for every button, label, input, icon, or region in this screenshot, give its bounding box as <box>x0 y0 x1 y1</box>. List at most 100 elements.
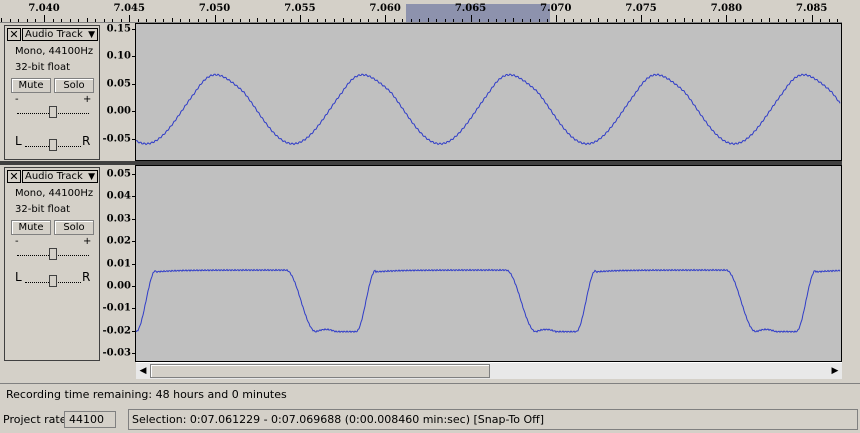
ruler-tick <box>325 19 327 22</box>
ruler-tick <box>103 19 105 22</box>
ruler-tick <box>26 19 28 22</box>
timeline-ruler[interactable]: 7.040 7.045 7.050 7.055 7.060 7.065 7.070 7.075… <box>0 0 842 23</box>
ruler-tick <box>513 18 515 22</box>
track-name: Audio Track <box>25 29 83 40</box>
ruler-tick <box>803 19 805 22</box>
scale-tick <box>132 218 135 220</box>
track-control-panel: ✕ Audio Track ▼ Mono, 44100Hz 32-bit flo… <box>4 167 100 361</box>
close-icon[interactable]: ✕ <box>7 28 21 41</box>
ruler-tick <box>828 19 830 22</box>
gain-slider-knob[interactable] <box>49 106 57 118</box>
scale-label: 0.04 <box>106 190 131 202</box>
ruler-tick <box>820 19 822 22</box>
ruler-tick <box>265 19 267 22</box>
waveform-area-2[interactable] <box>136 165 842 362</box>
ruler-tick <box>436 19 438 22</box>
ruler-tick <box>163 19 165 22</box>
close-icon[interactable]: ✕ <box>7 170 21 183</box>
ruler-tick <box>9 19 11 22</box>
pan-slider-knob[interactable] <box>49 275 57 287</box>
ruler-tick <box>171 18 173 22</box>
ruler-tick <box>521 19 523 22</box>
waveform-1 <box>136 73 841 146</box>
scale-tick <box>132 138 135 140</box>
track-bit-depth: 32-bit float <box>15 62 71 73</box>
ruler-label: 7.040 <box>28 3 60 14</box>
ruler-tick <box>606 19 608 22</box>
waveform-area-1[interactable] <box>136 23 842 161</box>
ruler-tick <box>342 18 344 22</box>
ruler-tick <box>240 19 242 22</box>
ruler-tick <box>78 19 80 22</box>
scale-label: 0.01 <box>106 258 131 269</box>
ruler-tick <box>282 19 284 22</box>
ruler-tick <box>351 19 353 22</box>
ruler-tick <box>146 19 148 22</box>
pan-slider-knob[interactable] <box>49 139 57 151</box>
gain-slider[interactable] <box>17 248 89 262</box>
project-rate-field[interactable]: 44100 <box>64 411 116 428</box>
pan-slider[interactable] <box>25 275 81 289</box>
pan-slider[interactable] <box>25 139 81 153</box>
arrow-right-icon[interactable]: ▶ <box>828 364 842 378</box>
ruler-tick <box>189 19 190 22</box>
scale-label: -0.02 <box>102 325 131 337</box>
ruler-tick <box>291 19 293 22</box>
ruler-tick <box>137 19 139 22</box>
ruler-tick <box>180 19 182 22</box>
ruler-tick <box>760 19 762 22</box>
ruler-tick <box>666 19 668 22</box>
ruler-tick <box>308 19 310 22</box>
ruler-tick <box>496 19 498 22</box>
ruler-tick <box>700 19 702 22</box>
ruler-tick <box>402 19 404 22</box>
gain-slider[interactable] <box>17 106 89 120</box>
pan-right-label: R <box>82 270 91 284</box>
ruler-tick <box>726 15 728 22</box>
ruler-tick <box>734 19 736 22</box>
ruler-tick <box>581 19 583 22</box>
arrow-left-icon[interactable]: ◀ <box>136 364 150 378</box>
scale-tick <box>132 56 135 58</box>
track-name-menu[interactable]: Audio Track ▼ <box>22 170 98 183</box>
ruler-tick <box>299 15 301 22</box>
ruler-tick <box>86 18 88 22</box>
scale-label: 0.00 <box>106 105 131 117</box>
ruler-tick <box>777 19 779 22</box>
gain-slider-knob[interactable] <box>49 248 57 260</box>
ruler-tick <box>786 19 788 22</box>
ruler-label: 7.055 <box>284 3 316 14</box>
waveform-2 <box>136 268 841 334</box>
ruler-label: 7.045 <box>113 3 145 14</box>
triangle-down-icon: ▼ <box>88 172 95 182</box>
ruler-label: 7.085 <box>796 3 828 14</box>
solo-button[interactable]: Solo <box>54 220 94 235</box>
ruler-tick <box>419 19 421 22</box>
ruler-tick <box>35 19 37 22</box>
ruler-tick <box>683 18 685 22</box>
ruler-tick <box>487 19 489 22</box>
horizontal-scrollbar[interactable]: ◀ ▶ <box>136 362 842 379</box>
ruler-tick <box>368 19 370 22</box>
track-name-menu[interactable]: Audio Track ▼ <box>22 28 98 41</box>
scrollbar-thumb[interactable] <box>150 364 490 378</box>
pan-left-label: L <box>15 270 22 284</box>
ruler-tick <box>717 19 719 22</box>
ruler-tick <box>393 19 395 22</box>
ruler-tick <box>61 19 63 22</box>
mute-button[interactable]: Mute <box>11 78 51 93</box>
recording-status-bar: Recording time remaining: 48 hours and 0… <box>0 383 860 407</box>
scale-label: 0.00 <box>106 280 131 292</box>
audio-track-2: ✕ Audio Track ▼ Mono, 44100Hz 32-bit flo… <box>0 165 842 362</box>
ruler-tick <box>555 15 557 22</box>
ruler-tick <box>206 19 208 22</box>
ruler-tick <box>223 19 225 22</box>
solo-button[interactable]: Solo <box>54 78 94 93</box>
scale-label: 0.02 <box>106 235 131 247</box>
mute-button[interactable]: Mute <box>11 220 51 235</box>
ruler-tick <box>794 19 796 22</box>
gain-minus: - <box>15 94 19 105</box>
ruler-tick <box>589 19 591 22</box>
ruler-tick <box>547 19 549 22</box>
scale-tick <box>132 241 135 243</box>
